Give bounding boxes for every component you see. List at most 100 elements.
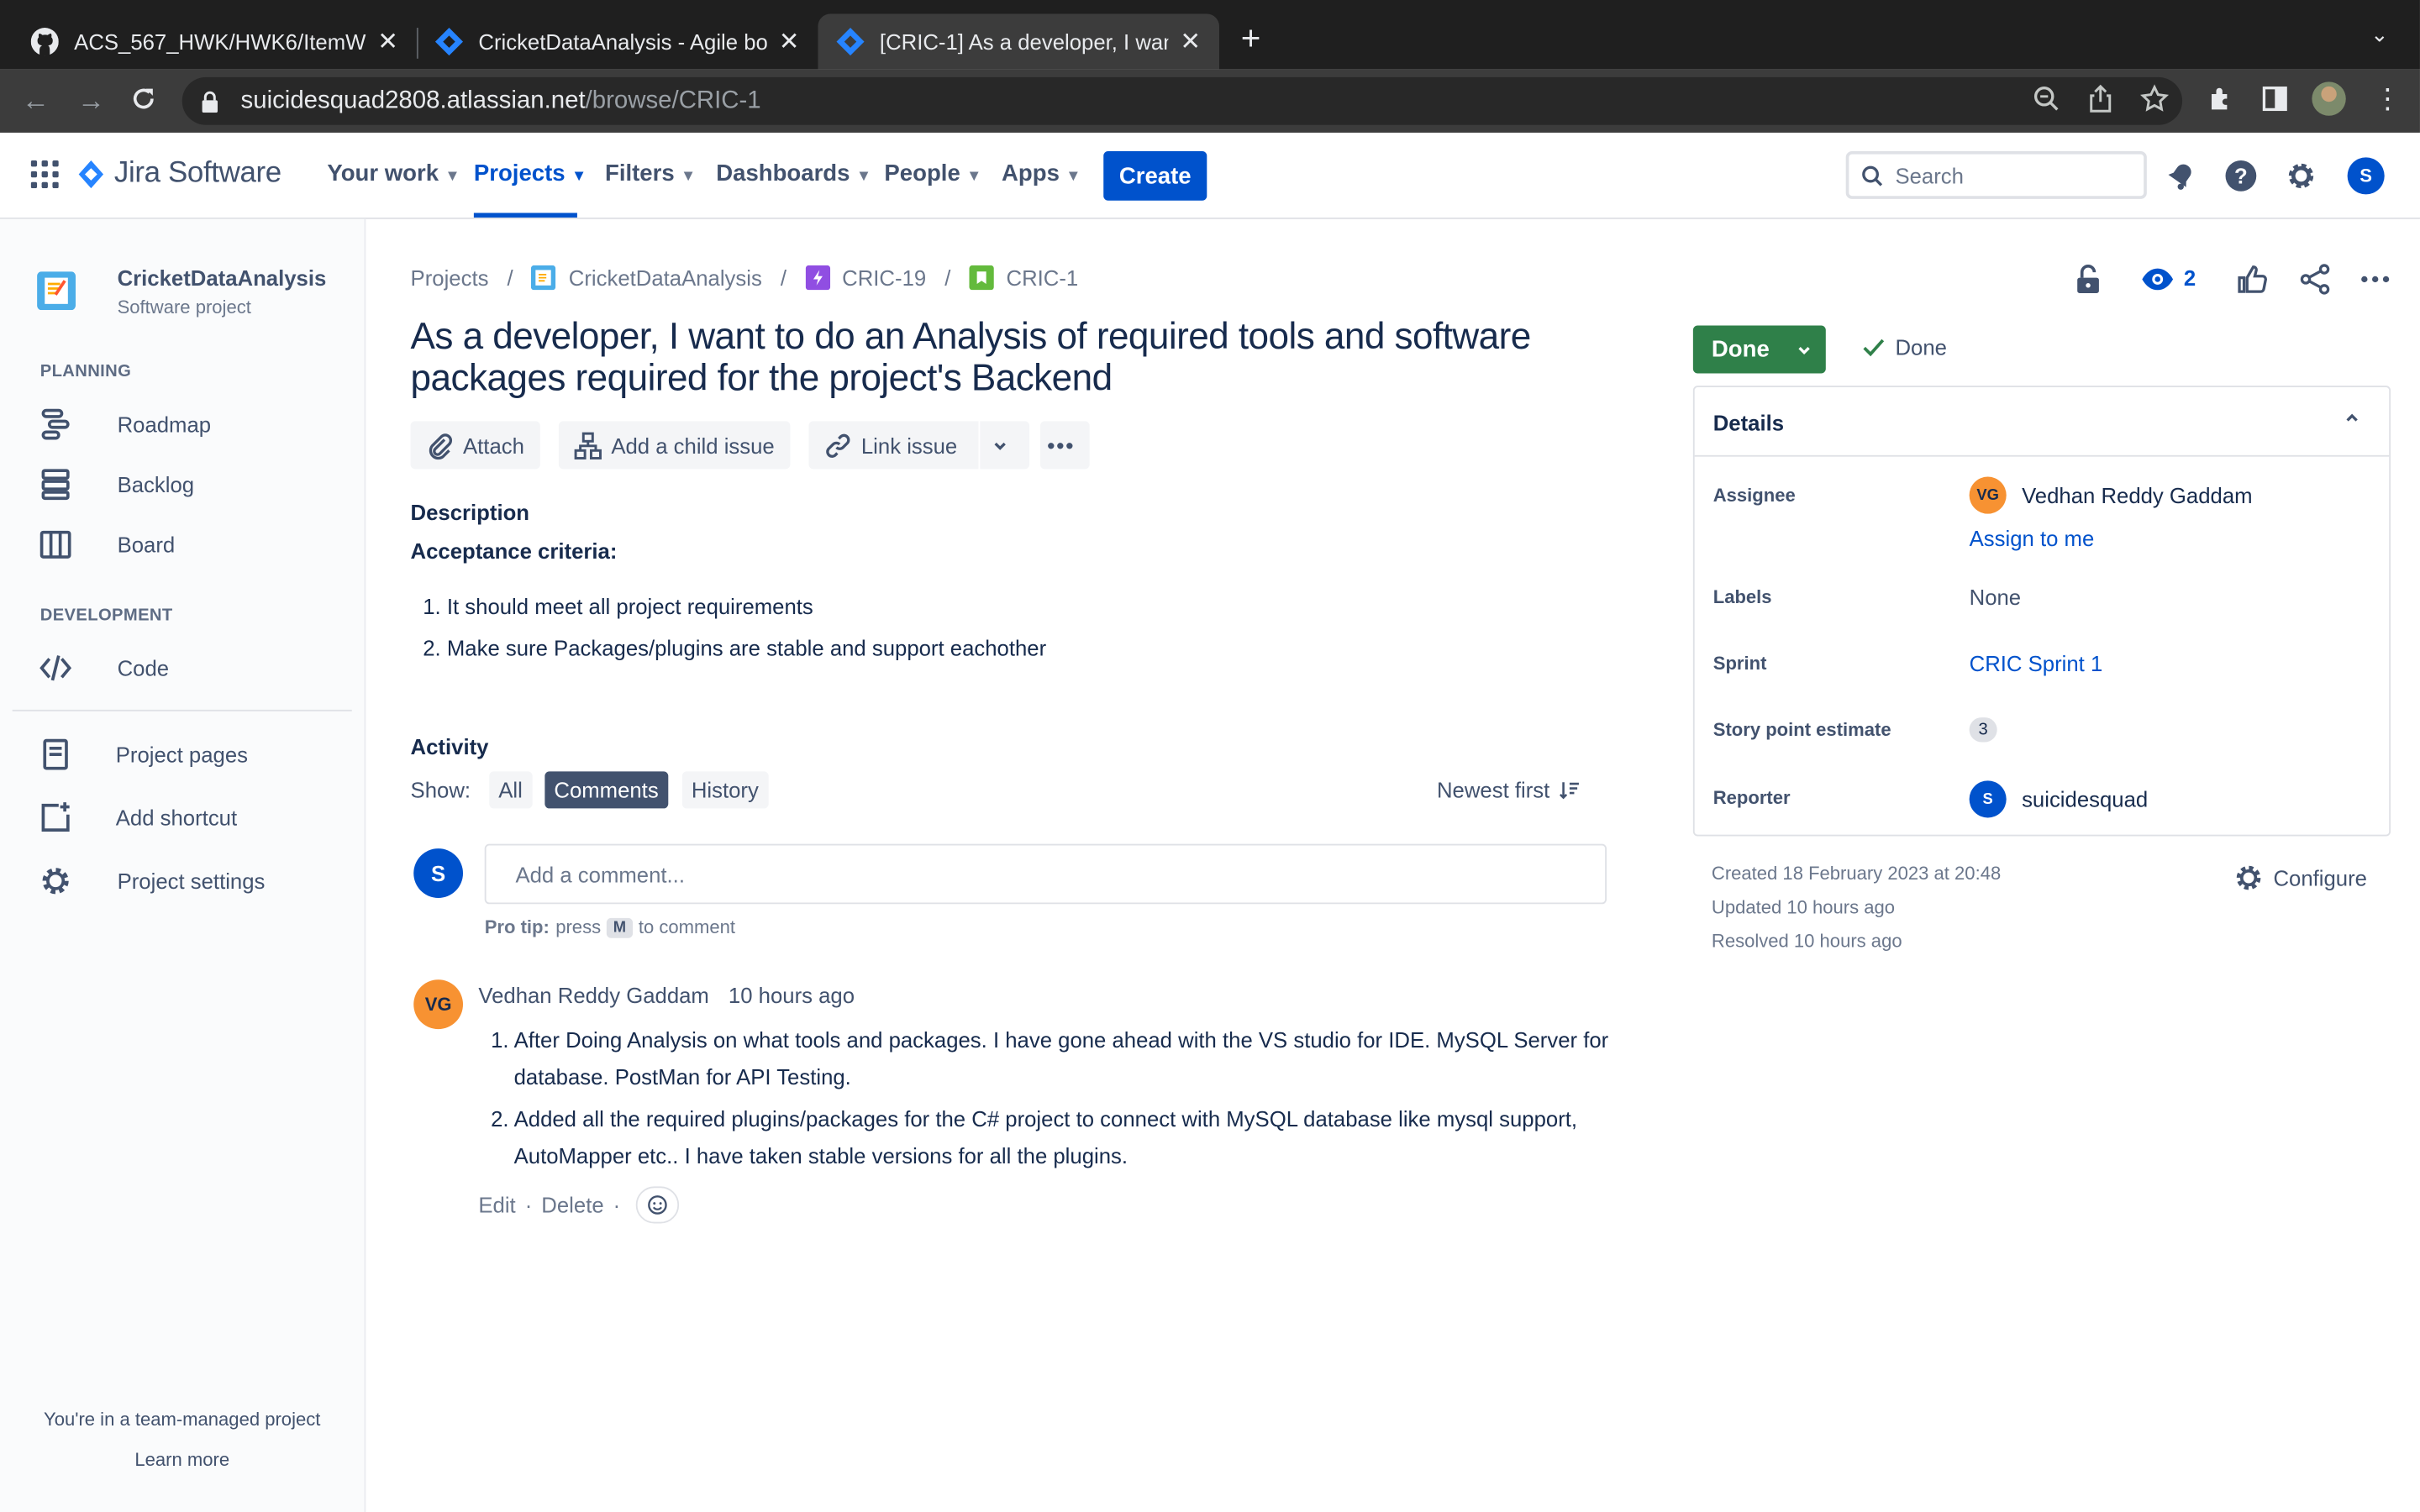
attach-button[interactable]: Attach (410, 421, 540, 470)
watch-eye-icon[interactable] (2141, 262, 2175, 296)
jira-logo[interactable]: Jira Software (77, 157, 281, 191)
nav-label: Projects (473, 160, 566, 187)
nav-people[interactable]: People ▼ (884, 160, 981, 186)
sidebar-item-roadmap[interactable]: Roadmap (37, 402, 211, 448)
breadcrumb-separator: / (507, 265, 513, 291)
sprint-value[interactable]: CRIC Sprint 1 (1970, 651, 2103, 675)
nav-dashboards[interactable]: Dashboards ▼ (716, 160, 871, 186)
jira-top-nav: Jira Software Your work ▼ Projects ▼ Filte… (0, 132, 2420, 219)
issue-title[interactable]: As a developer, I want to do an Analysis… (411, 317, 1584, 400)
more-actions-button[interactable] (1039, 421, 1090, 470)
resolved-date: Resolved 10 hours ago (1711, 930, 1902, 953)
thumbs-up-icon[interactable] (2235, 262, 2269, 296)
nav-filters[interactable]: Filters ▼ (605, 160, 696, 186)
comment-timestamp[interactable]: 10 hours ago (729, 983, 855, 1007)
svg-text:?: ? (2234, 165, 2248, 189)
url-bar[interactable]: suicidesquad2808.atlassian.net/browse/CR… (182, 76, 2183, 125)
back-arrow-icon[interactable]: ← (22, 85, 50, 116)
settings-gear-icon[interactable] (2282, 157, 2319, 194)
sidebar-item-project-settings[interactable]: Project settings (37, 858, 265, 904)
browser-tab-agile-board[interactable]: CricketDataAnalysis - Agile bo ✕ (417, 14, 818, 70)
filter-all-button[interactable]: All (489, 771, 532, 809)
sidebar-item-board[interactable]: Board (37, 522, 175, 568)
extensions-icon[interactable] (2206, 83, 2237, 114)
bookmark-star-icon[interactable] (2139, 83, 2170, 114)
learn-more-link[interactable]: Learn more (0, 1449, 364, 1471)
details-header[interactable]: Details (1694, 387, 2390, 457)
backlog-icon (41, 469, 70, 501)
breadcrumb-issue[interactable]: CRIC-1 (1006, 265, 1078, 290)
browser-tab-github[interactable]: ACS_567_HWK/HWK6/ItemWe ✕ (13, 14, 417, 70)
reload-icon[interactable] (129, 85, 157, 113)
sidebar-item-label: Add shortcut (115, 805, 238, 831)
link-issue-button[interactable]: Link issue (808, 421, 979, 470)
sidebar-item-project-pages[interactable]: Project pages (37, 732, 248, 778)
assignee-value[interactable]: VG Vedhan Reddy Gaddam (1969, 476, 2253, 514)
breadcrumb-epic[interactable]: CRIC-19 (842, 265, 926, 290)
search-placeholder: Search (1895, 162, 1964, 188)
browser-tab-cric-1[interactable]: [CRIC-1] As a developer, I want ✕ (818, 13, 1219, 70)
comment-list-item: 2. Added all the required plugins/packag… (491, 1100, 1618, 1174)
sidebar-item-add-shortcut[interactable]: Add shortcut (37, 795, 237, 841)
share-icon[interactable] (2085, 83, 2116, 114)
close-icon[interactable]: ✕ (377, 26, 398, 57)
comment-author-avatar[interactable]: VG (413, 979, 464, 1030)
filter-history-button[interactable]: History (681, 771, 768, 809)
project-sidebar: CricketDataAnalysis Software project PLA… (0, 218, 366, 1512)
app-switcher-icon[interactable] (30, 160, 59, 189)
project-name[interactable]: CricketDataAnalysis (118, 265, 327, 290)
share-icon[interactable] (2298, 262, 2332, 296)
user-avatar[interactable]: S (2347, 157, 2385, 195)
delete-comment-button[interactable]: Delete (541, 1193, 603, 1217)
unlocked-icon[interactable] (2071, 262, 2105, 296)
search-input[interactable]: Search (1845, 150, 2147, 199)
add-child-issue-button[interactable]: Add a child issue (558, 421, 791, 470)
settings-gear-icon (2236, 865, 2261, 890)
edit-comment-button[interactable]: Edit (478, 1193, 515, 1217)
add-reaction-button[interactable] (635, 1186, 680, 1224)
story-points-value[interactable]: 3 (1969, 717, 1997, 743)
comment-input[interactable]: Add a comment... (484, 843, 1607, 905)
create-button[interactable]: Create (1103, 150, 1207, 201)
acceptance-criteria-heading[interactable]: Acceptance criteria: (411, 538, 618, 563)
side-panel-icon[interactable] (2260, 83, 2291, 114)
details-title: Details (1712, 410, 1785, 435)
project-avatar-icon[interactable] (37, 271, 76, 311)
created-date: Created 18 February 2023 at 20:48 (1711, 862, 2002, 885)
assign-to-me-link[interactable]: Assign to me (1970, 526, 2095, 550)
nav-your-work[interactable]: Your work ▼ (327, 160, 460, 186)
nav-apps[interactable]: Apps ▼ (1002, 160, 1081, 186)
labels-value[interactable]: None (1970, 585, 2021, 609)
separator-dot: · (524, 1192, 533, 1218)
watchers-count[interactable]: 2 (2184, 265, 2196, 290)
nav-projects[interactable]: Projects ▼ (474, 160, 587, 186)
configure-button[interactable]: Configure (2233, 863, 2367, 894)
board-icon (39, 530, 71, 559)
more-vertical-icon[interactable]: ⋮ (2374, 83, 2405, 114)
chevron-down-icon[interactable]: ⌄ (2370, 22, 2389, 48)
filter-comments-button[interactable]: Comments (544, 771, 668, 809)
profile-avatar[interactable] (2312, 81, 2346, 116)
zoom-icon[interactable] (2031, 83, 2062, 114)
epic-icon (805, 265, 830, 291)
separator-dot: · (613, 1192, 621, 1218)
reporter-value[interactable]: S suicidesquad (1969, 780, 2148, 818)
close-icon[interactable]: ✕ (779, 26, 800, 57)
forward-arrow-icon[interactable]: → (77, 85, 105, 116)
status-dropdown[interactable]: Done (1692, 325, 1826, 374)
sidebar-item-code[interactable]: Code (37, 645, 169, 691)
breadcrumb-project[interactable]: CricketDataAnalysis (569, 265, 762, 290)
sidebar-item-backlog[interactable]: Backlog (37, 461, 194, 507)
comment-author[interactable]: Vedhan Reddy Gaddam (478, 983, 709, 1007)
help-icon[interactable]: ? (2223, 157, 2260, 194)
acceptance-item[interactable]: 2. Make sure Packages/plugins are stable… (423, 636, 1046, 660)
more-horizontal-icon[interactable] (2358, 262, 2391, 296)
link-issue-dropdown[interactable] (980, 421, 1030, 470)
new-tab-icon[interactable]: + (1241, 21, 1261, 55)
notifications-icon[interactable] (2162, 157, 2199, 194)
close-icon[interactable]: ✕ (1180, 26, 1201, 57)
tab-title: ACS_567_HWK/HWK6/ItemWe (74, 29, 366, 55)
sort-order-button[interactable]: Newest first (1437, 778, 1581, 802)
acceptance-item[interactable]: 1. It should meet all project requiremen… (423, 594, 813, 618)
breadcrumb-projects[interactable]: Projects (411, 265, 489, 290)
